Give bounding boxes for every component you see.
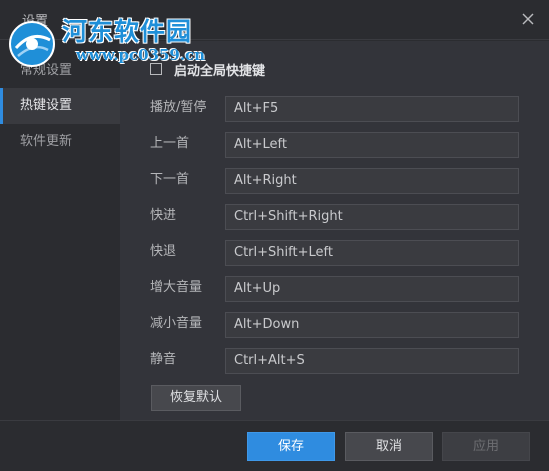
- title-bar: 设置: [0, 0, 549, 40]
- restore-defaults-button[interactable]: 恢复默认: [151, 385, 241, 411]
- hotkey-label-volume-down: 减小音量: [150, 316, 203, 331]
- hotkey-label-rewind: 快退: [150, 244, 177, 259]
- sidebar-item-update[interactable]: 软件更新: [0, 124, 120, 160]
- window-title: 设置: [22, 14, 49, 29]
- hotkey-input-previous[interactable]: Alt+Left: [225, 132, 519, 158]
- hotkey-label-previous: 上一首: [150, 136, 190, 151]
- apply-button[interactable]: 应用: [442, 432, 530, 461]
- hotkey-label-mute: 静音: [150, 352, 177, 367]
- close-icon[interactable]: [519, 10, 537, 28]
- hotkey-input-play-pause[interactable]: Alt+F5: [225, 96, 519, 122]
- hotkey-input-volume-up[interactable]: Alt+Up: [225, 276, 519, 302]
- global-hotkey-checkbox[interactable]: [150, 63, 162, 75]
- cancel-button[interactable]: 取消: [345, 432, 433, 461]
- sidebar-item-general[interactable]: 常规设置: [0, 53, 120, 89]
- save-button[interactable]: 保存: [247, 432, 335, 461]
- hotkey-input-mute[interactable]: Ctrl+Alt+S: [225, 348, 519, 374]
- hotkey-input-volume-down[interactable]: Alt+Down: [225, 312, 519, 338]
- hotkey-label-next: 下一首: [150, 172, 190, 187]
- hotkey-input-rewind[interactable]: Ctrl+Shift+Left: [225, 240, 519, 266]
- sidebar-item-label: 常规设置: [20, 63, 73, 78]
- hotkey-label-play-pause: 播放/暂停: [150, 100, 207, 115]
- sidebar-item-hotkeys[interactable]: 热键设置: [0, 88, 120, 124]
- sidebar-item-label: 热键设置: [20, 98, 73, 113]
- hotkey-input-next[interactable]: Alt+Right: [225, 168, 519, 194]
- hotkey-input-forward[interactable]: Ctrl+Shift+Right: [225, 204, 519, 230]
- global-hotkey-label: 启动全局快捷键: [174, 63, 266, 79]
- hotkey-settings-panel: 启动全局快捷键 播放/暂停 Alt+F5 上一首 Alt+Left 下一首 Al…: [120, 41, 549, 420]
- sidebar-item-label: 软件更新: [20, 134, 73, 149]
- hotkey-label-volume-up: 增大音量: [150, 280, 203, 295]
- hotkey-label-forward: 快进: [150, 208, 177, 223]
- global-hotkey-toggle-row: 启动全局快捷键: [150, 61, 266, 79]
- dialog-footer: 保存 取消 应用: [0, 420, 549, 471]
- sidebar: 常规设置 热键设置 软件更新: [0, 41, 120, 420]
